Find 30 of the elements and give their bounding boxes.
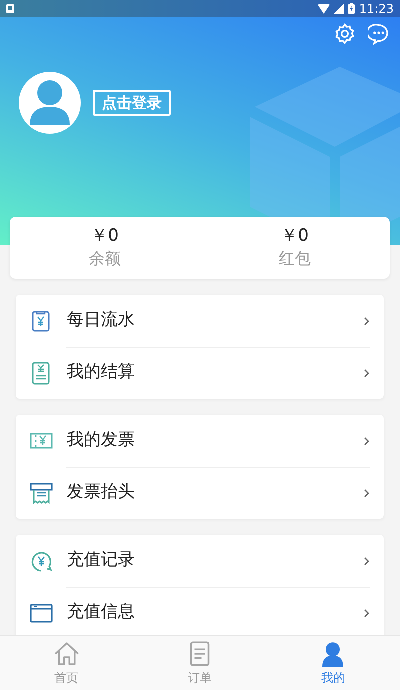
balance-amount: ￥0 — [91, 225, 119, 247]
battery-icon — [348, 3, 356, 14]
coin-icon — [30, 550, 53, 572]
home-icon — [52, 640, 81, 668]
chevron-icon — [364, 488, 370, 498]
settings-icon[interactable] — [334, 23, 356, 45]
menu-item[interactable]: 充值信息 — [16, 587, 384, 635]
balance-label: 余额 — [89, 248, 121, 270]
menu-item[interactable]: 每日流水 — [16, 295, 384, 347]
balance-label: 红包 — [279, 248, 311, 270]
chevron-icon — [364, 316, 370, 326]
menu-item[interactable]: 我的结算 — [16, 347, 384, 399]
document-icon — [30, 362, 53, 384]
menu-item[interactable]: 发票抬头 — [16, 467, 384, 519]
message-icon[interactable] — [368, 23, 390, 45]
menu-item[interactable]: 我的发票 — [16, 415, 384, 467]
tab[interactable]: 我的 — [266, 636, 400, 690]
balance-amount: ￥0 — [281, 225, 309, 247]
menu-item[interactable]: 充值记录 — [16, 535, 384, 587]
chevron-icon — [364, 608, 370, 618]
notification-icon — [6, 4, 15, 14]
chevron-icon — [364, 368, 370, 378]
chevron-icon — [364, 556, 370, 566]
card-icon — [30, 602, 53, 624]
signal-icon — [334, 4, 344, 14]
status-time: 11:23 — [359, 0, 394, 18]
chevron-icon — [364, 436, 370, 446]
receipt-icon — [30, 310, 53, 332]
printer-icon — [30, 482, 53, 504]
wifi-icon — [318, 4, 330, 14]
